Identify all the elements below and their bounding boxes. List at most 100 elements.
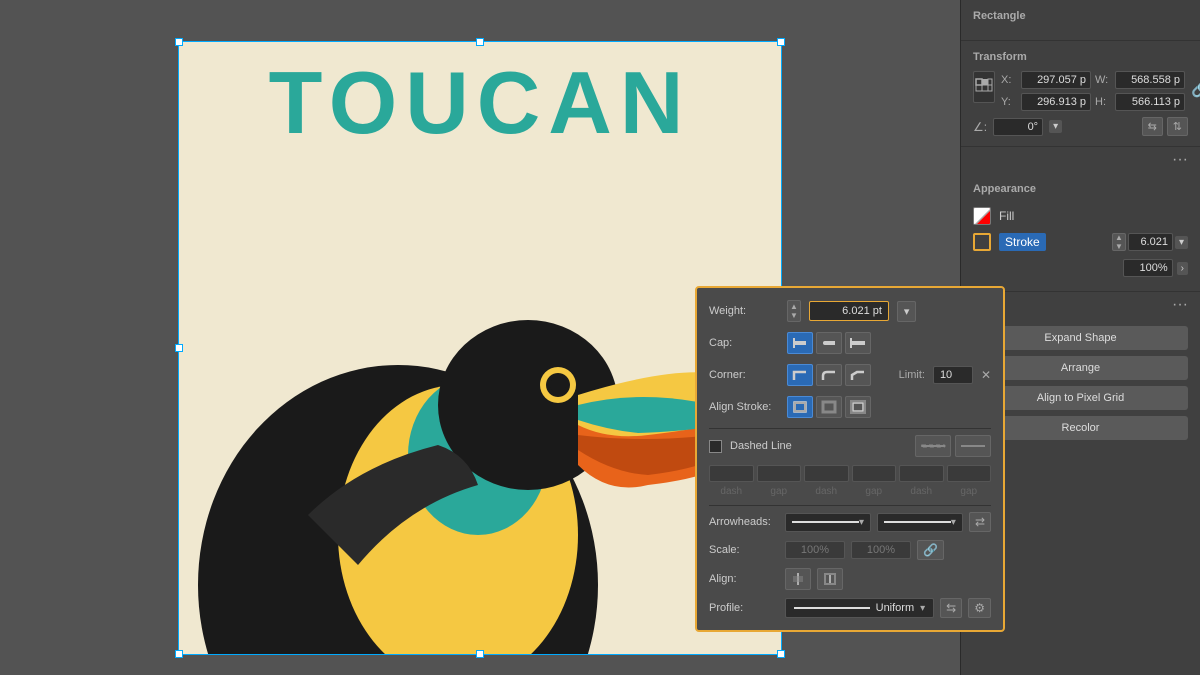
fill-color-icon[interactable]: [973, 207, 991, 225]
x-label: X:: [1001, 74, 1017, 86]
align-scale-btn-2[interactable]: [817, 568, 843, 590]
align-scale-btn-1[interactable]: [785, 568, 811, 590]
cap-round-btn[interactable]: [816, 332, 842, 354]
opacity-input[interactable]: [1123, 259, 1173, 277]
arrowhead-end-select[interactable]: ▾: [877, 513, 963, 532]
gap-label-1: gap: [757, 486, 802, 497]
x-input[interactable]: [1021, 71, 1091, 89]
arrowheads-row: Arrowheads: ▾ ▾ ⇄: [709, 512, 991, 532]
stroke-row: Stroke ▲▼ ▾: [973, 229, 1188, 255]
lock-proportions-btn[interactable]: 🔗: [1191, 79, 1200, 99]
align2-label: Align:: [709, 573, 779, 585]
scale-end-input[interactable]: [851, 541, 911, 559]
w-label: W:: [1095, 74, 1111, 86]
cap-butt-btn[interactable]: [787, 332, 813, 354]
profile-select[interactable]: Uniform ▾: [785, 598, 934, 618]
fill-row: Fill: [973, 203, 1188, 229]
flip-h-btn[interactable]: ⇆: [1142, 117, 1163, 136]
weight-spinners[interactable]: ▲▼: [787, 300, 801, 322]
y-input[interactable]: [1021, 93, 1091, 111]
dashed-line-row: Dashed Line: [709, 435, 991, 457]
flip-profile-btn[interactable]: ⇆: [940, 598, 962, 618]
angle-row: ∠: ▾ ⇆ ⇅: [973, 117, 1188, 136]
transform-more-btn[interactable]: ···: [961, 147, 1200, 173]
dash-input-3[interactable]: [899, 465, 944, 482]
dash-input-1[interactable]: [709, 465, 754, 482]
corner-buttons: [787, 364, 871, 386]
limit-label: Limit:: [899, 369, 925, 381]
opacity-dropdown[interactable]: ›: [1177, 262, 1188, 275]
poster-title: TOUCAN: [178, 59, 782, 147]
appearance-section: Appearance Fill Stroke ▲▼ ▾: [961, 173, 1200, 292]
arrowhead-start-select[interactable]: ▾: [785, 513, 871, 532]
transform-section: Transform X: W:: [961, 41, 1200, 147]
dash-pattern-buttons: [915, 435, 991, 457]
gap-input-3[interactable]: [947, 465, 992, 482]
stroke-color-icon[interactable]: [973, 233, 991, 251]
angle-label: ∠:: [973, 120, 987, 134]
align-stroke-row: Align Stroke:: [709, 396, 991, 418]
limit-input[interactable]: [933, 366, 973, 384]
h-label: H:: [1095, 96, 1111, 108]
stroke-label[interactable]: Stroke: [999, 233, 1046, 251]
y-label: Y:: [1001, 96, 1017, 108]
align-inside-btn[interactable]: [787, 396, 813, 418]
scale-row: Scale: 🔗: [709, 540, 991, 560]
appearance-title: Appearance: [973, 183, 1188, 195]
stroke-value-group: ▲▼ ▾: [1112, 233, 1188, 251]
reference-point-icon[interactable]: [973, 71, 995, 103]
corner-label: Corner:: [709, 369, 779, 381]
expand-shape-button[interactable]: Expand Shape: [973, 326, 1188, 350]
corner-bevel-btn[interactable]: [845, 364, 871, 386]
gap-input-1[interactable]: [757, 465, 802, 482]
expand-arrange-row: Expand Shape: [973, 326, 1188, 350]
corner-miter-btn[interactable]: [787, 364, 813, 386]
gap-label-2: gap: [852, 486, 897, 497]
dashed-checkbox[interactable]: [709, 440, 722, 453]
dash-pattern-1-btn[interactable]: [915, 435, 951, 457]
dash-label-2: dash: [804, 486, 849, 497]
flip-v-btn[interactable]: ⇅: [1167, 117, 1188, 136]
arrowheads-label: Arrowheads:: [709, 516, 779, 528]
weight-unit-dropdown[interactable]: ▾: [897, 301, 917, 322]
weight-label: Weight:: [709, 305, 779, 317]
link-scale-btn[interactable]: 🔗: [917, 540, 944, 560]
profile-options-btn[interactable]: ⚙: [968, 598, 991, 618]
dash-input-2[interactable]: [804, 465, 849, 482]
h-input[interactable]: [1115, 93, 1185, 111]
profile-row: Profile: Uniform ▾ ⇆ ⚙: [709, 598, 991, 618]
arrange-button[interactable]: Arrange: [973, 356, 1188, 380]
toucan-illustration: [178, 165, 778, 655]
align-to-pixel-button[interactable]: Align to Pixel Grid: [973, 386, 1188, 410]
scale-start-input[interactable]: [785, 541, 845, 559]
cap-row: Cap:: [709, 332, 991, 354]
dash-label-3: dash: [899, 486, 944, 497]
stroke-unit-dropdown[interactable]: ▾: [1175, 236, 1188, 249]
stroke-spinners[interactable]: ▲▼: [1112, 233, 1126, 251]
recolor-button[interactable]: Recolor: [973, 416, 1188, 440]
align-center-btn[interactable]: [816, 396, 842, 418]
gap-input-2[interactable]: [852, 465, 897, 482]
align-outside-btn[interactable]: [845, 396, 871, 418]
corner-round-btn[interactable]: [816, 364, 842, 386]
angle-dropdown[interactable]: ▾: [1049, 120, 1062, 133]
align-scale-row: Align:: [709, 568, 991, 590]
cap-projecting-btn[interactable]: [845, 332, 871, 354]
corner-row: Corner: Limit: ✕: [709, 364, 991, 386]
dash-label-1: dash: [709, 486, 754, 497]
weight-input[interactable]: [809, 301, 889, 321]
opacity-row: ›: [973, 255, 1188, 281]
fill-label: Fill: [999, 209, 1014, 223]
w-input[interactable]: [1115, 71, 1185, 89]
dash-labels-row: dash gap dash gap dash gap: [709, 486, 991, 497]
stroke-weight-input[interactable]: [1128, 233, 1173, 251]
cap-buttons: [787, 332, 871, 354]
transform-title: Transform: [973, 51, 1188, 63]
limit-x-btn[interactable]: ✕: [981, 368, 991, 382]
align-stroke-buttons: [787, 396, 871, 418]
dash-pattern-2-btn[interactable]: [955, 435, 991, 457]
separator-2: [709, 505, 991, 506]
cap-label: Cap:: [709, 337, 779, 349]
swap-arrowheads-btn[interactable]: ⇄: [969, 512, 991, 532]
angle-input[interactable]: [993, 118, 1043, 136]
